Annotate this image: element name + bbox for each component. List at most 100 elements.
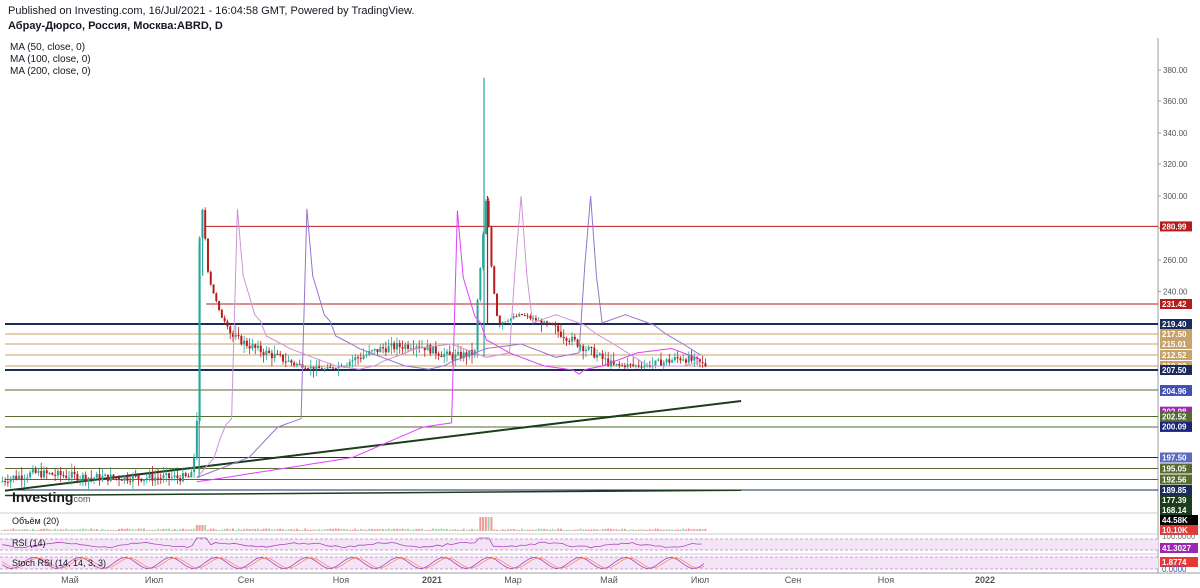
x-tick-label: 2021 bbox=[422, 575, 442, 585]
volume-bar bbox=[282, 529, 285, 531]
volume-bar bbox=[493, 529, 496, 531]
volume-bar bbox=[159, 529, 162, 531]
volume-bar bbox=[154, 529, 157, 531]
y-tick-label: 320.00 bbox=[1163, 160, 1188, 169]
volume-bar bbox=[632, 529, 635, 531]
candle-body bbox=[90, 477, 93, 479]
candle-body bbox=[12, 475, 15, 479]
price-level-label: 219.40 bbox=[1162, 320, 1187, 329]
price-level-label: 192.56 bbox=[1162, 476, 1187, 485]
candle-body bbox=[673, 357, 676, 361]
volume-bar bbox=[526, 529, 529, 531]
candle-body bbox=[534, 318, 537, 321]
candle-body bbox=[529, 316, 532, 319]
volume-bar bbox=[315, 529, 318, 531]
volume-bar bbox=[140, 528, 143, 531]
volume-bar bbox=[654, 528, 657, 531]
x-tick-label: 2022 bbox=[975, 575, 995, 585]
volume-bar bbox=[701, 529, 704, 531]
candle-body bbox=[137, 475, 140, 479]
candle-body bbox=[573, 336, 576, 340]
volume-bar bbox=[29, 529, 32, 531]
candle-body bbox=[615, 363, 618, 365]
volume-bar bbox=[687, 528, 690, 531]
stoch-pane-title: Stoch RSI (14, 14, 3, 3) bbox=[12, 558, 106, 568]
candle-body bbox=[523, 315, 526, 317]
volume-bar bbox=[445, 528, 448, 531]
candle-body bbox=[4, 480, 7, 482]
candle-body bbox=[370, 350, 373, 352]
volume-bar bbox=[407, 528, 410, 531]
candle-body bbox=[593, 347, 596, 358]
volume-bar bbox=[518, 529, 521, 531]
volume-bar bbox=[320, 529, 323, 531]
x-tick-label: Май bbox=[600, 575, 618, 585]
volume-bar bbox=[665, 529, 668, 531]
candle-body bbox=[37, 471, 40, 473]
volume-bar bbox=[26, 529, 29, 531]
volume-bar bbox=[51, 529, 54, 531]
candle-body bbox=[365, 354, 368, 356]
ma50-line bbox=[196, 195, 701, 478]
candle-body bbox=[429, 344, 432, 354]
candle-body bbox=[115, 477, 118, 479]
candle-body bbox=[237, 335, 240, 337]
volume-bar bbox=[4, 529, 7, 531]
volume-bar bbox=[657, 528, 660, 531]
candle-body bbox=[376, 349, 379, 353]
volume-bar bbox=[704, 528, 707, 531]
volume-bar bbox=[540, 528, 543, 531]
volume-bar bbox=[626, 529, 629, 531]
volume-bar bbox=[56, 529, 59, 531]
candle-body bbox=[173, 475, 176, 478]
volume-bar bbox=[468, 529, 471, 531]
price-chart[interactable]: 380.00360.00340.00320.00300.00280.00260.… bbox=[0, 0, 1200, 588]
candle-body bbox=[684, 359, 687, 363]
volume-bar bbox=[482, 517, 485, 531]
y-tick-label: 240.00 bbox=[1163, 288, 1188, 297]
candle-body bbox=[551, 322, 554, 325]
candle-body bbox=[95, 474, 98, 478]
candle-body bbox=[332, 367, 335, 369]
candle-body bbox=[48, 472, 51, 474]
volume-bar bbox=[40, 528, 43, 531]
candle-body bbox=[559, 331, 562, 337]
candle-body bbox=[357, 357, 360, 359]
candle-body bbox=[215, 293, 218, 301]
x-tick-label: Июл bbox=[691, 575, 709, 585]
volume-bar bbox=[151, 529, 154, 531]
candle-body bbox=[257, 345, 260, 348]
candle-body bbox=[159, 477, 162, 479]
stoch-band bbox=[0, 557, 1158, 569]
candle-body bbox=[112, 474, 115, 478]
volume-bar bbox=[79, 529, 82, 531]
x-tick-label: Ноя bbox=[878, 575, 895, 585]
candle-body bbox=[73, 471, 76, 474]
volume-bar bbox=[131, 529, 134, 531]
rsi-pane-title: RSI (14) bbox=[12, 538, 46, 548]
candle-body bbox=[284, 361, 287, 363]
volume-bar bbox=[598, 529, 601, 531]
candle-body bbox=[148, 473, 151, 479]
candle-body bbox=[17, 475, 20, 480]
candle-body bbox=[120, 479, 123, 481]
candle-body bbox=[387, 345, 390, 353]
candle-body bbox=[68, 477, 71, 479]
volume-bar bbox=[373, 529, 376, 531]
volume-bar bbox=[268, 528, 271, 531]
volume-bar bbox=[473, 529, 476, 531]
volume-bar bbox=[176, 529, 179, 531]
rsi-band bbox=[0, 539, 1158, 550]
volume-bar bbox=[279, 528, 282, 531]
candle-body bbox=[526, 315, 529, 317]
volume-bar bbox=[382, 529, 385, 531]
candle-body bbox=[206, 238, 209, 272]
investing-logo-suffix: .com bbox=[71, 494, 91, 504]
volume-bar bbox=[387, 528, 390, 531]
candle-body bbox=[671, 360, 674, 363]
volume-bar bbox=[348, 529, 351, 531]
volume-bar bbox=[337, 528, 340, 531]
candle-body bbox=[554, 324, 557, 326]
volume-bar bbox=[362, 529, 365, 531]
candle-body bbox=[315, 366, 318, 369]
